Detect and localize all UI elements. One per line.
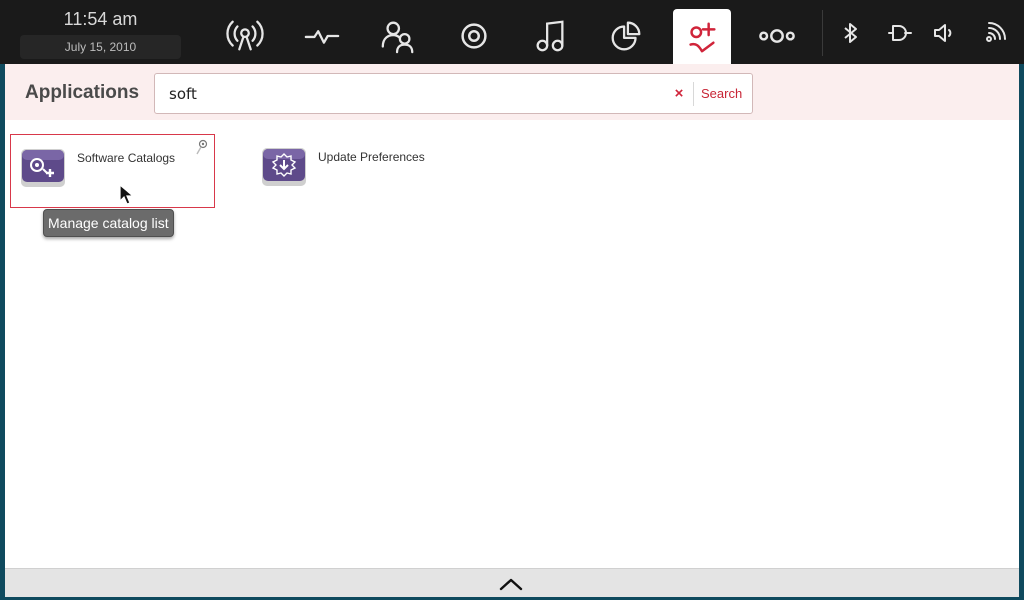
catalog-app-icon [21,149,65,187]
broadcast-icon [226,20,264,51]
target-icon [461,23,487,49]
music-icon [536,20,564,52]
app-label: Update Preferences [318,150,425,164]
update-app-icon [262,148,306,186]
clock[interactable]: 11:54 am July 15, 2010 [20,6,181,60]
app-tile-update-preferences[interactable]: Update Preferences [252,134,457,208]
tooltip: Manage catalog list [43,209,174,237]
search-divider [693,82,694,106]
pie-chart-icon [611,21,641,51]
zone-music[interactable] [521,10,579,62]
search-box: × Search [154,73,753,114]
panel-header: Applications × Search [5,64,1019,120]
toolbar-divider [822,10,823,56]
search-input[interactable] [169,83,649,105]
clock-time: 11:54 am [63,9,138,29]
chevron-up-icon [499,578,523,591]
tray-wifi[interactable] [980,18,1010,48]
app-label: Software Catalogs [77,151,176,165]
tray-bluetooth[interactable] [836,18,866,48]
top-toolbar: 11:54 am July 15, 2010 [0,0,1024,65]
tray-battery[interactable] [885,18,915,48]
zone-people[interactable] [369,10,427,62]
zone-target[interactable] [445,10,503,62]
battery-icon [888,25,912,41]
dots-icon [759,29,795,43]
zone-activity[interactable] [293,10,351,62]
volume-icon [934,24,952,42]
collapse-button[interactable] [497,573,525,595]
zone-broadcast[interactable] [216,10,274,62]
applications-panel: Applications × Search Software Catalogs [5,64,1019,597]
tray-volume[interactable] [929,18,959,48]
clear-search-icon[interactable]: × [669,84,689,104]
wifi-icon [986,22,1006,42]
zone-switcher[interactable] [748,10,806,62]
pulse-icon [304,30,340,44]
search-button[interactable]: Search [701,84,742,104]
page-title: Applications [25,82,140,103]
people-icon [381,21,414,54]
clock-date: July 15, 2010 [20,35,181,59]
pin-icon[interactable] [195,139,209,157]
zone-applications[interactable] [673,9,731,65]
apps-add-icon [689,22,716,53]
zone-charts[interactable] [597,10,655,62]
bluetooth-icon [844,23,857,43]
app-tile-software-catalogs[interactable]: Software Catalogs [10,134,215,208]
mouse-cursor-icon [119,184,135,205]
bottom-bar [5,568,1019,597]
